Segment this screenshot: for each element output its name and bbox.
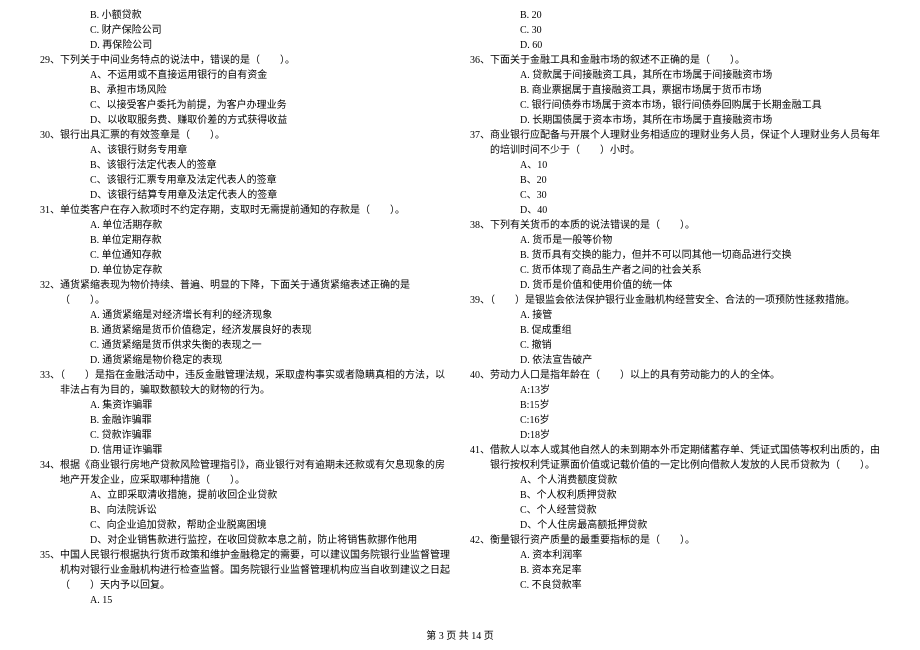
q36-option-c: C. 银行间债券市场属于资本市场，银行间债券回购属于长期金融工具 — [470, 98, 880, 113]
q29-option-a: A、不运用或不直接运用银行的自有资金 — [40, 68, 450, 83]
q36-option-b: B. 商业票据属于直接融资工具，票据市场属于货币市场 — [470, 83, 880, 98]
q28-option-b: B. 小额贷款 — [40, 8, 450, 23]
q34-text: 34、根据《商业银行房地产贷款风险管理指引》，商业银行对有逾期未还款或有欠息现象… — [40, 458, 450, 488]
q30-text: 30、银行出具汇票的有效签章是（ ）。 — [40, 128, 450, 143]
q33-option-a: A. 集资诈骗罪 — [40, 398, 450, 413]
q30-option-a: A、该银行财务专用章 — [40, 143, 450, 158]
q40-option-b: B:15岁 — [470, 398, 880, 413]
q32-option-a: A. 通货紧缩是对经济增长有利的经济现象 — [40, 308, 450, 323]
q34-option-b: B、向法院诉讼 — [40, 503, 450, 518]
q31-option-d: D. 单位协定存款 — [40, 263, 450, 278]
q36-option-d: D. 长期国债属于资本市场，其所在市场属于直接融资市场 — [470, 113, 880, 128]
q42-option-b: B. 资本充足率 — [470, 563, 880, 578]
q39-option-a: A. 接管 — [470, 308, 880, 323]
q39-option-d: D. 依法宣告破产 — [470, 353, 880, 368]
q42-text: 42、衡量银行资产质量的最重要指标的是（ ）。 — [470, 533, 880, 548]
q37-text: 37、商业银行应配备与开展个人理财业务相适应的理财业务人员，保证个人理财业务人员… — [470, 128, 880, 158]
q36-option-a: A. 贷款属于间接融资工具，其所在市场属于间接融资市场 — [470, 68, 880, 83]
q30-option-c: C、该银行汇票专用章及法定代表人的签章 — [40, 173, 450, 188]
q30-option-b: B、该银行法定代表人的签章 — [40, 158, 450, 173]
q40-option-d: D:18岁 — [470, 428, 880, 443]
q37-option-b: B、20 — [470, 173, 880, 188]
q39-text: 39、（ ）是银监会依法保护银行业金融机构经营安全、合法的一项预防性拯救措施。 — [470, 293, 880, 308]
q28-option-c: C. 财产保险公司 — [40, 23, 450, 38]
q35-option-c: C. 30 — [470, 23, 880, 38]
q41-option-a: A、个人消费额度贷款 — [470, 473, 880, 488]
q39-option-c: C. 撤销 — [470, 338, 880, 353]
q37-option-d: D、40 — [470, 203, 880, 218]
q37-option-c: C、30 — [470, 188, 880, 203]
q31-option-a: A. 单位活期存款 — [40, 218, 450, 233]
q38-option-d: D. 货币是价值和使用价值的统一体 — [470, 278, 880, 293]
q38-text: 38、下列有关货币的本质的说法错误的是（ ）。 — [470, 218, 880, 233]
q32-option-c: C. 通货紧缩是货币供求失衡的表现之一 — [40, 338, 450, 353]
q36-text: 36、下面关于金融工具和金融市场的叙述不正确的是（ ）。 — [470, 53, 880, 68]
q40-option-a: A:13岁 — [470, 383, 880, 398]
q41-option-d: D、个人住房最高额抵押贷款 — [470, 518, 880, 533]
q41-option-c: C、个人经营贷款 — [470, 503, 880, 518]
q29-option-b: B、承担市场风险 — [40, 83, 450, 98]
q38-option-b: B. 货币具有交换的能力，但并不可以同其他一切商品进行交换 — [470, 248, 880, 263]
q31-option-c: C. 单位通知存款 — [40, 248, 450, 263]
q31-option-b: B. 单位定期存款 — [40, 233, 450, 248]
q41-text: 41、借款人以本人或其他自然人的未到期本外币定期储蓄存单、凭证式国债等权利出质的… — [470, 443, 880, 473]
q29-text: 29、下列关于中间业务特点的说法中，错误的是（ ）。 — [40, 53, 450, 68]
q41-option-b: B、个人权利质押贷款 — [470, 488, 880, 503]
q35-option-b: B. 20 — [470, 8, 880, 23]
q38-option-a: A. 货币是一般等价物 — [470, 233, 880, 248]
q33-option-c: C. 贷款诈骗罪 — [40, 428, 450, 443]
page-footer: 第 3 页 共 14 页 — [0, 627, 920, 642]
q28-option-d: D. 再保险公司 — [40, 38, 450, 53]
q35-option-d: D. 60 — [470, 38, 880, 53]
q39-option-b: B. 促成重组 — [470, 323, 880, 338]
q40-option-c: C:16岁 — [470, 413, 880, 428]
q33-option-b: B. 金融诈骗罪 — [40, 413, 450, 428]
q34-option-a: A、立即采取清收措施，提前收回企业贷款 — [40, 488, 450, 503]
q32-option-b: B. 通货紧缩是货币价值稳定，经济发展良好的表现 — [40, 323, 450, 338]
q29-option-d: D、以收取服务费、赚取价差的方式获得收益 — [40, 113, 450, 128]
q35-option-a: A. 15 — [40, 593, 450, 608]
q40-text: 40、劳动力人口是指年龄在（ ）以上的具有劳动能力的人的全体。 — [470, 368, 880, 383]
q33-option-d: D. 信用证诈骗罪 — [40, 443, 450, 458]
q34-option-c: C、向企业追加贷款，帮助企业脱离困境 — [40, 518, 450, 533]
q33-text: 33、（ ）是指在金融活动中，违反金融管理法规，采取虚构事实或者隐瞒真相的方法，… — [40, 368, 450, 398]
q31-text: 31、单位类客户在存入款项时不约定存期，支取时无需提前通知的存款是（ ）。 — [40, 203, 450, 218]
q35-text: 35、中国人民银行根据执行货币政策和维护金融稳定的需要，可以建议国务院银行业监督… — [40, 548, 450, 593]
q29-option-c: C、以接受客户委托为前提，为客户办理业务 — [40, 98, 450, 113]
q38-option-c: C. 货币体现了商品生产者之间的社会关系 — [470, 263, 880, 278]
q32-text: 32、通货紧缩表现为物价持续、普遍、明显的下降，下面关于通货紧缩表述正确的是（ … — [40, 278, 450, 308]
left-column: B. 小额贷款 C. 财产保险公司 D. 再保险公司 29、下列关于中间业务特点… — [40, 8, 450, 608]
q34-option-d: D、对企业销售款进行监控，在收回贷款本息之前，防止将销售款挪作他用 — [40, 533, 450, 548]
q42-option-a: A. 资本利润率 — [470, 548, 880, 563]
right-column: B. 20 C. 30 D. 60 36、下面关于金融工具和金融市场的叙述不正确… — [470, 8, 880, 608]
q32-option-d: D. 通货紧缩是物价稳定的表现 — [40, 353, 450, 368]
q30-option-d: D、该银行结算专用章及法定代表人的签章 — [40, 188, 450, 203]
q37-option-a: A、10 — [470, 158, 880, 173]
q42-option-c: C. 不良贷款率 — [470, 578, 880, 593]
